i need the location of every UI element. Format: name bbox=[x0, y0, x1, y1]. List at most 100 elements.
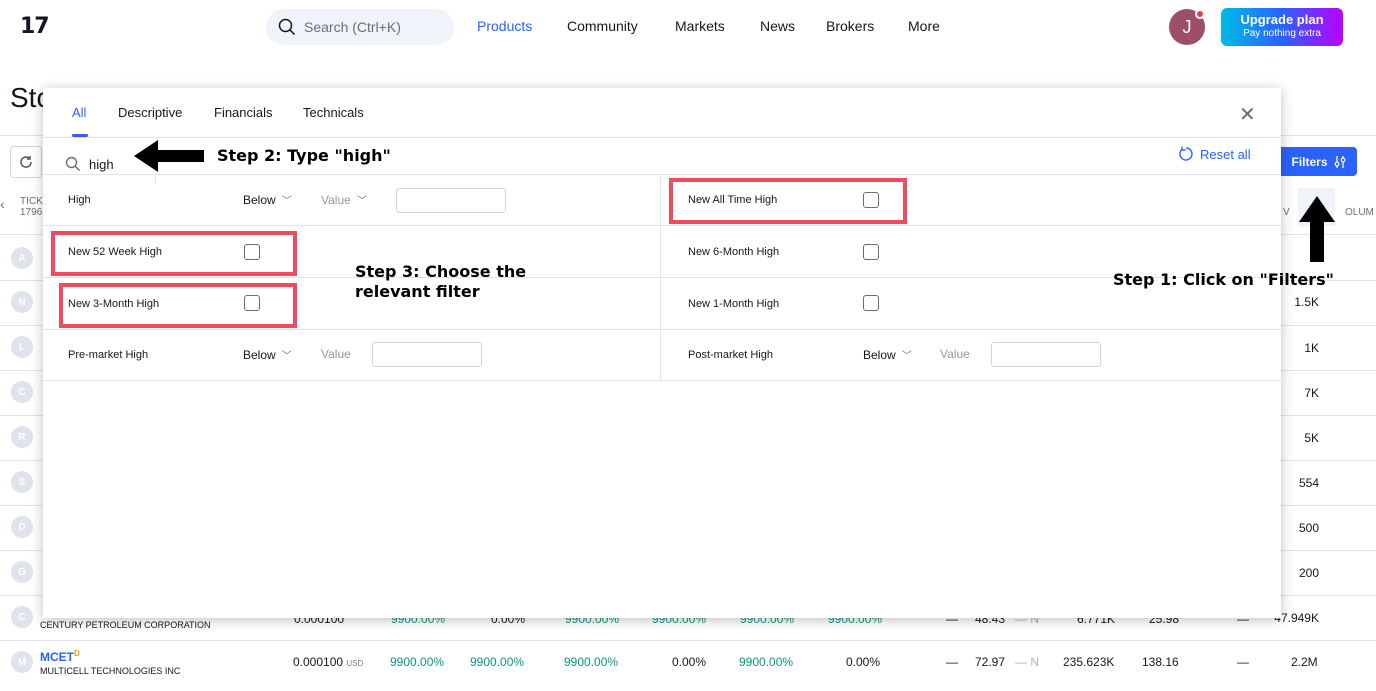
postmarket-value-input[interactable] bbox=[991, 342, 1101, 367]
price-cell: 0.000100 USD bbox=[293, 655, 363, 669]
ticker-logo: A bbox=[11, 247, 33, 269]
volume-cell: 2.2M bbox=[1291, 655, 1318, 669]
cell: 235.623K bbox=[1063, 655, 1115, 669]
reset-label: Reset all bbox=[1200, 146, 1251, 162]
nav-products[interactable]: Products bbox=[477, 18, 532, 34]
currency-label: USD bbox=[346, 659, 364, 668]
tab-descriptive[interactable]: Descriptive bbox=[118, 105, 182, 120]
high-value-input[interactable] bbox=[396, 188, 506, 213]
divider bbox=[43, 277, 1281, 278]
divider bbox=[43, 380, 1281, 381]
chevron-down-icon: ﹀ bbox=[281, 196, 292, 207]
refresh-button[interactable] bbox=[10, 146, 42, 178]
global-search[interactable]: Search (Ctrl+K) bbox=[266, 9, 454, 45]
divider bbox=[43, 225, 1281, 226]
divider bbox=[43, 329, 1281, 330]
upgrade-subtitle: Pay nothing extra bbox=[1243, 28, 1321, 39]
cell: 138.16 bbox=[1142, 655, 1179, 669]
table-row[interactable]: CENTURY PETROLEUM CORPORATION 0.000100 9… bbox=[0, 612, 1376, 640]
nav-markets[interactable]: Markets bbox=[675, 18, 725, 34]
left-arrow-icon bbox=[134, 140, 204, 172]
top-navigation: 17 Search (Ctrl+K) Products Community Ma… bbox=[0, 0, 1376, 56]
ticker-logo: D bbox=[11, 516, 33, 538]
search-placeholder: Search (Ctrl+K) bbox=[304, 19, 401, 35]
divider bbox=[43, 137, 1281, 138]
change-cell: 9900.00% bbox=[390, 655, 445, 669]
cell: 72.97 bbox=[975, 655, 1006, 669]
ticker-badge: D bbox=[74, 649, 80, 658]
step-3-annotation: Step 3: Choose the relevant filter bbox=[355, 262, 526, 302]
filters-label: Filters bbox=[1291, 154, 1328, 169]
filters-button[interactable]: Filters bbox=[1281, 147, 1357, 176]
filter-search-input[interactable]: high bbox=[89, 157, 114, 172]
value-type-label: Value bbox=[321, 347, 351, 361]
perf-cell: 9900.00% bbox=[564, 655, 619, 669]
tab-technicals[interactable]: Technicals bbox=[303, 105, 364, 120]
column-header-v[interactable]: V bbox=[1283, 207, 1290, 218]
upgrade-plan-button[interactable]: Upgrade plan Pay nothing extra bbox=[1221, 8, 1343, 46]
ticker-logo: G bbox=[11, 561, 33, 583]
premarket-value-input[interactable] bbox=[372, 342, 482, 367]
filter-label-postmarket-high: Post-market High bbox=[688, 349, 773, 361]
tab-financials[interactable]: Financials bbox=[214, 105, 273, 120]
condition-dropdown[interactable]: Below ﹀ bbox=[243, 347, 292, 363]
search-icon bbox=[278, 18, 296, 36]
scroll-left-icon[interactable]: ‹ bbox=[0, 196, 5, 212]
6-month-high-checkbox[interactable] bbox=[863, 244, 879, 260]
filter-label-6-month-high: New 6-Month High bbox=[688, 246, 780, 258]
reset-all-button[interactable]: Reset all bbox=[1178, 146, 1251, 162]
ticker-text: MCET bbox=[40, 650, 74, 664]
ticker-header-label: TICK bbox=[20, 196, 43, 207]
cell: — bbox=[1237, 655, 1249, 669]
perf-cell: 0.00% bbox=[672, 655, 707, 669]
company-name: CENTURY PETROLEUM CORPORATION bbox=[40, 620, 211, 630]
ticker-logo: L bbox=[11, 336, 33, 358]
close-icon[interactable]: ✕ bbox=[1239, 102, 1256, 127]
reset-icon bbox=[1179, 146, 1193, 161]
divider bbox=[43, 174, 1281, 175]
ticker-symbol[interactable]: MCETD bbox=[40, 649, 80, 664]
condition-value: Below bbox=[243, 192, 276, 207]
upgrade-title: Upgrade plan bbox=[1240, 12, 1324, 27]
refresh-icon bbox=[20, 156, 32, 168]
step-2-annotation: Step 2: Type "high" bbox=[217, 146, 391, 165]
table-row[interactable]: MCETD MULTICELL TECHNOLOGIES INC 0.00010… bbox=[0, 641, 1376, 691]
filter-label-premarket-high: Pre-market High bbox=[68, 349, 149, 361]
sliders-icon bbox=[1334, 155, 1345, 168]
condition-dropdown[interactable]: Below ﹀ bbox=[243, 192, 292, 208]
nav-brokers[interactable]: Brokers bbox=[826, 18, 874, 34]
value-type-label: Value bbox=[321, 192, 351, 207]
tab-all[interactable]: All bbox=[72, 105, 86, 120]
price-value: 0.000100 bbox=[293, 655, 344, 669]
condition-value: Below bbox=[863, 347, 896, 362]
ticker-logo: C bbox=[11, 381, 33, 403]
ticker-logo: R bbox=[11, 426, 33, 448]
step-3-line-2: relevant filter bbox=[355, 282, 480, 301]
volume-column-header[interactable]: OLUM bbox=[1345, 207, 1374, 218]
nav-news[interactable]: News bbox=[760, 18, 795, 34]
chevron-down-icon: ﹀ bbox=[356, 196, 367, 207]
filter-label-1-month-high: New 1-Month High bbox=[688, 298, 780, 310]
chevron-down-icon: ﹀ bbox=[281, 351, 292, 362]
highlight-all-time-high bbox=[669, 178, 907, 224]
tradingview-logo[interactable]: 17 bbox=[20, 14, 50, 39]
step-3-line-1: Step 3: Choose the bbox=[355, 262, 527, 281]
condition-dropdown[interactable]: Below ﹀ bbox=[863, 347, 912, 363]
highlight-3-month-high bbox=[59, 283, 297, 328]
up-arrow-icon bbox=[1299, 196, 1335, 262]
condition-value: Below bbox=[243, 347, 276, 362]
search-icon bbox=[65, 156, 80, 171]
highlight-52-week-high bbox=[51, 231, 297, 276]
step-1-annotation: Step 1: Click on "Filters" bbox=[1113, 270, 1334, 289]
ticker-logo: N bbox=[11, 291, 33, 313]
ticker-column-header[interactable]: TICK 1796 bbox=[20, 196, 43, 218]
nav-community[interactable]: Community bbox=[567, 18, 638, 34]
filters-dialog: All Descriptive Financials Technicals ✕ … bbox=[43, 88, 1281, 618]
value-type-dropdown[interactable]: Value ﹀ bbox=[321, 192, 367, 208]
chevron-down-icon: ﹀ bbox=[901, 351, 912, 362]
notification-dot bbox=[1195, 9, 1205, 19]
ticker-logo: S bbox=[11, 471, 33, 493]
perf-cell: 9900.00% bbox=[470, 655, 525, 669]
nav-more[interactable]: More bbox=[908, 18, 940, 34]
1-month-high-checkbox[interactable] bbox=[863, 295, 879, 311]
